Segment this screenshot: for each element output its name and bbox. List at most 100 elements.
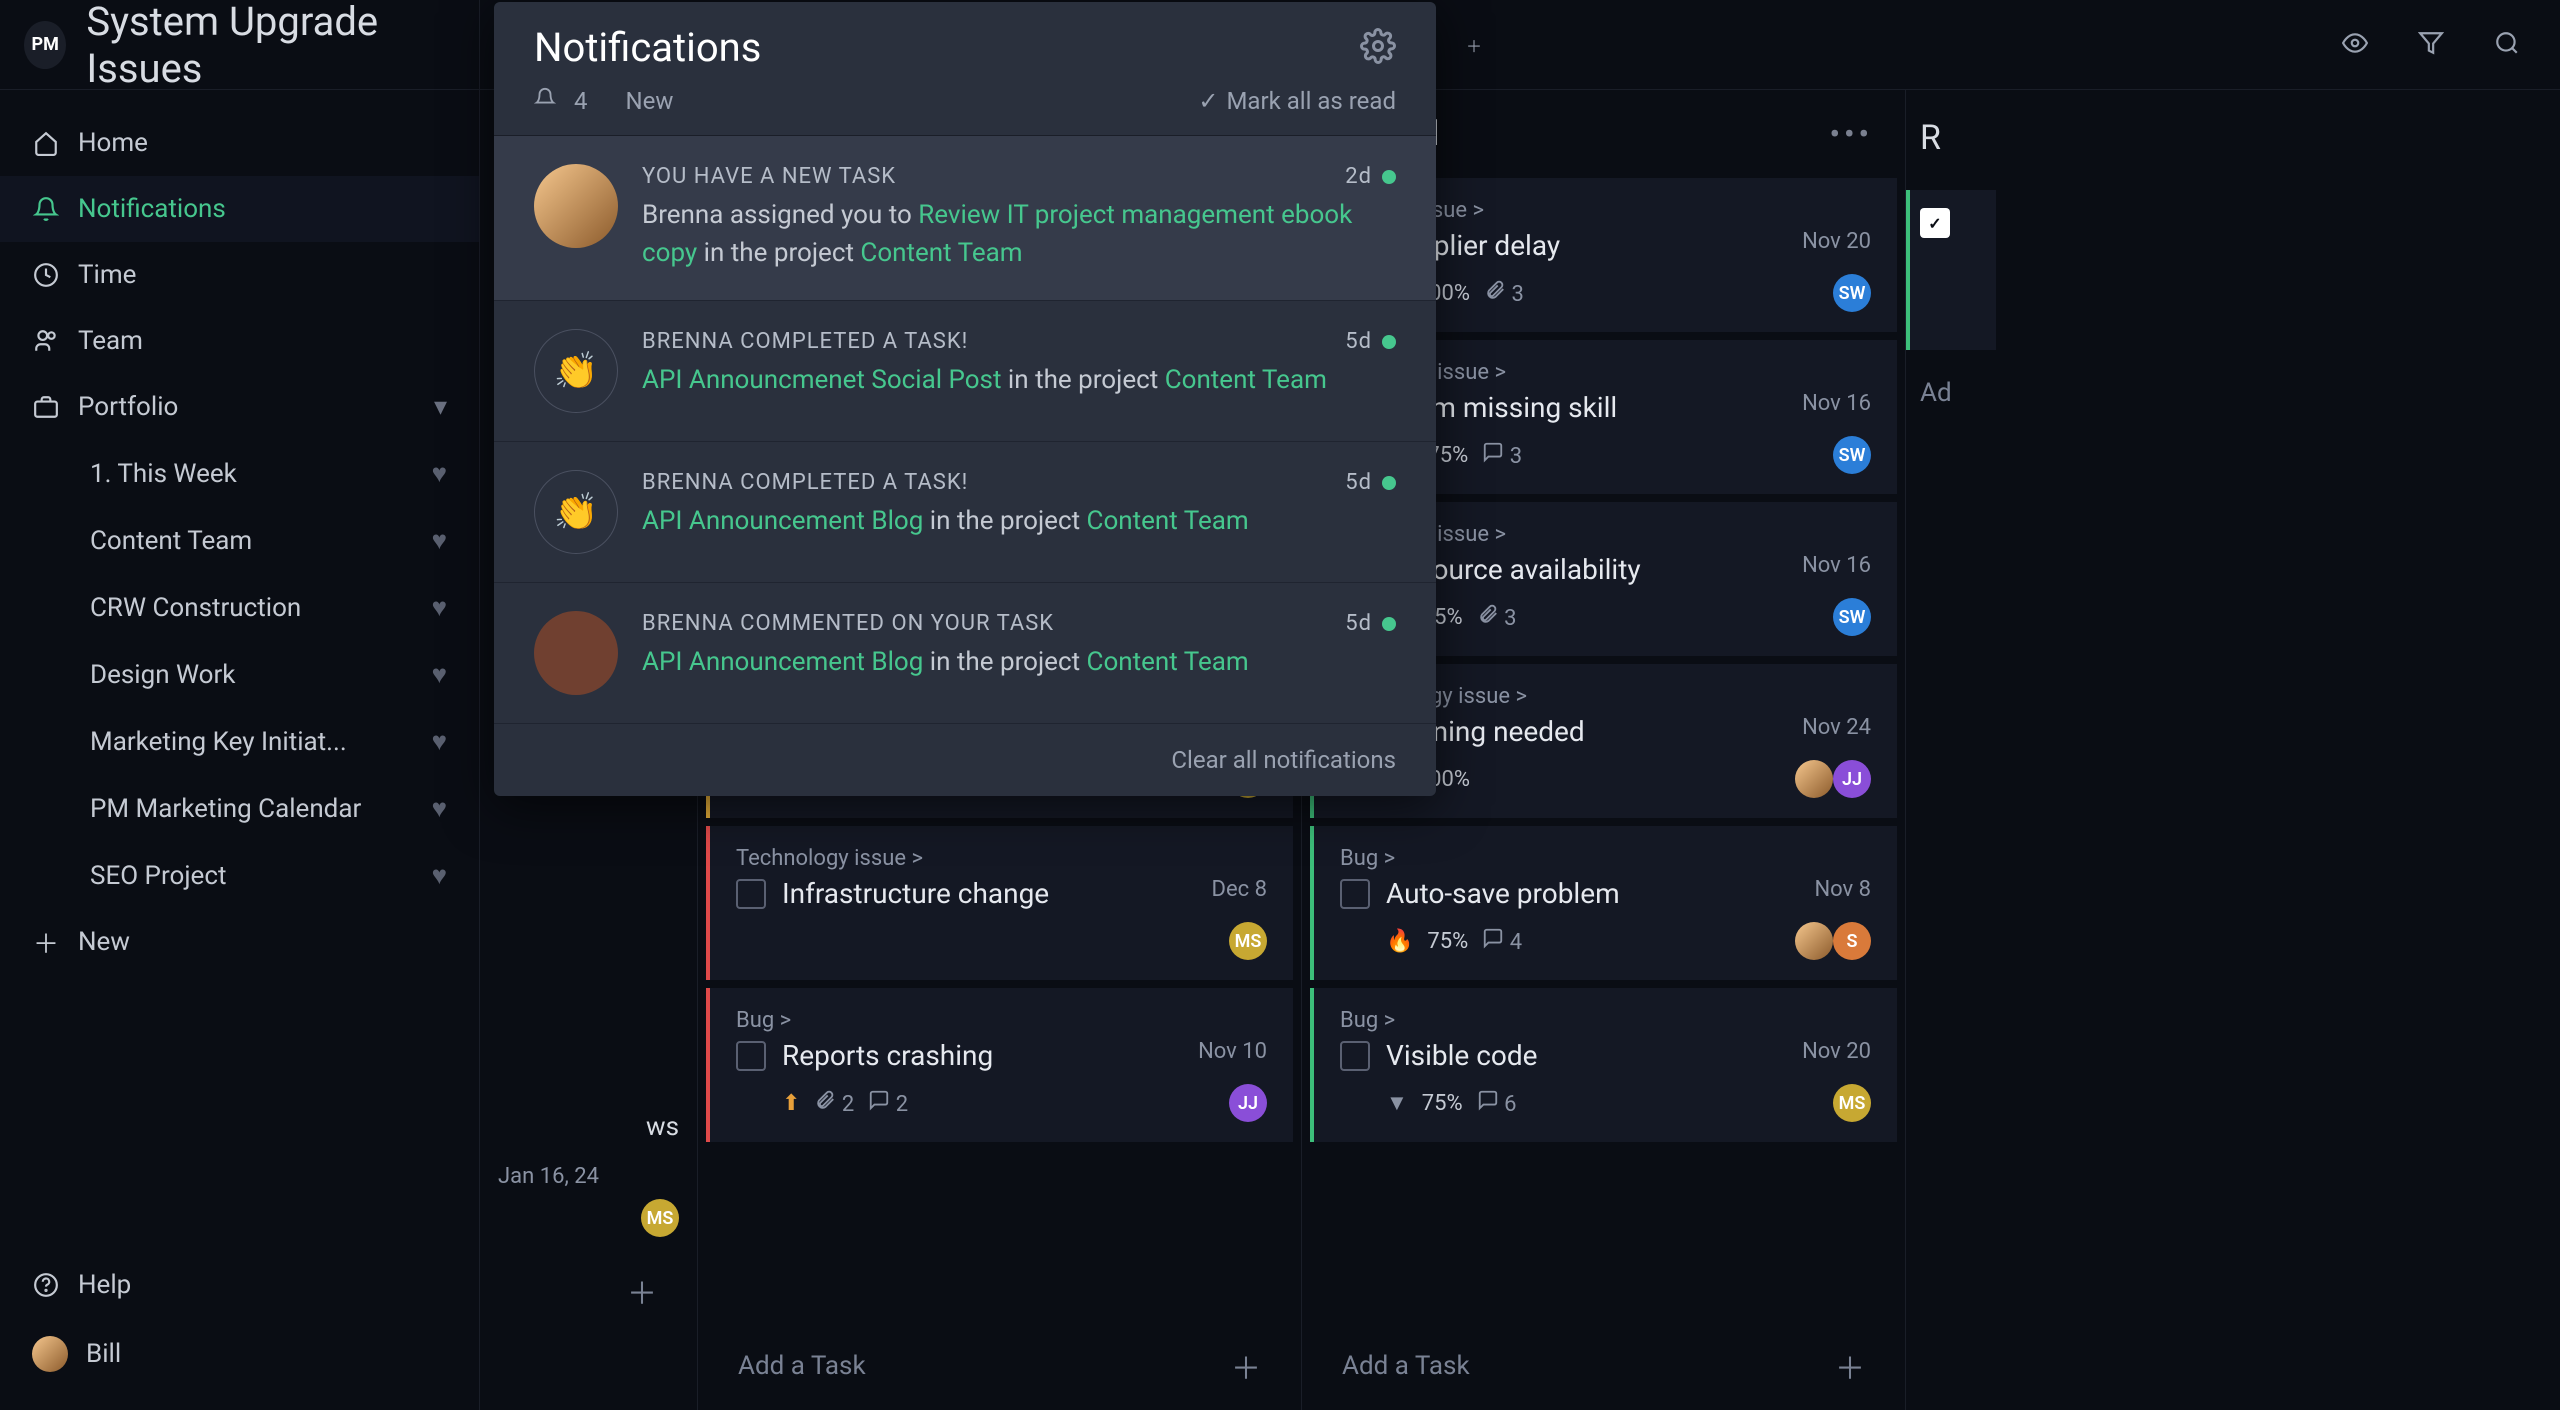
avatar-stack: JJ (1795, 760, 1871, 798)
checkbox-icon[interactable] (1340, 1041, 1370, 1071)
new-button[interactable]: ＋ New (0, 909, 479, 975)
users-icon (32, 327, 60, 355)
heart-icon[interactable]: ♥ (432, 726, 447, 757)
notification-text: API Announcement Blog in the project Con… (642, 644, 1396, 682)
plus-icon: ＋ (1835, 1344, 1865, 1388)
nav-team[interactable]: Team (0, 308, 479, 374)
clear-all-button[interactable]: Clear all notifications (494, 724, 1436, 796)
card-tag[interactable]: Bug > (1340, 846, 1871, 871)
avatar: MS (1229, 922, 1267, 960)
notification-time: 5d (1345, 470, 1396, 495)
task-card[interactable]: Bug > Visible codeNov 20 ▼75% 6MS (1310, 988, 1897, 1142)
gear-icon[interactable] (1360, 28, 1396, 68)
nav-time[interactable]: Time (0, 242, 479, 308)
home-icon (32, 129, 60, 157)
more-icon[interactable]: ••• (1830, 117, 1873, 152)
notification-text: API Announcmenet Social Post in the proj… (642, 362, 1396, 400)
card-title: Reports crashing (782, 1039, 1182, 1072)
nav-label: Notifications (78, 194, 226, 224)
nav-label: Help (78, 1270, 131, 1300)
notification-text: API Announcement Blog in the project Con… (642, 503, 1396, 541)
task-card[interactable]: ✓ (1906, 190, 1996, 350)
project-item[interactable]: Content Team♥ (30, 507, 479, 574)
project-link[interactable]: Content Team (1087, 506, 1249, 536)
nav-notifications[interactable]: Notifications (0, 176, 479, 242)
nav-portfolio[interactable]: Portfolio ▾ (0, 374, 479, 440)
add-task-button[interactable]: Add a Task ＋ (1302, 1322, 1905, 1410)
card-title: Team missing skill (1386, 391, 1786, 424)
comment-icon: 4 (1482, 927, 1522, 955)
project-link[interactable]: Content Team (1087, 647, 1249, 677)
mark-all-read-button[interactable]: ✓ Mark all as read (1198, 87, 1396, 115)
card-tag[interactable]: Bug > (1340, 1008, 1871, 1033)
task-card[interactable]: Bug > Reports crashingNov 10 ⬆ 2 2JJ (706, 988, 1293, 1142)
task-link[interactable]: API Announcmenet Social Post (642, 365, 1001, 395)
notification-item[interactable]: YOU HAVE A NEW TASK 2d Brenna assigned y… (494, 136, 1436, 301)
logo[interactable]: PM (24, 21, 66, 69)
add-task-button[interactable]: Add a Task ＋ (698, 1322, 1301, 1410)
heart-icon[interactable]: ♥ (432, 793, 447, 824)
avatar: SW (1833, 274, 1871, 312)
checkbox-icon[interactable] (736, 879, 766, 909)
eye-icon[interactable] (2342, 30, 2368, 60)
notification-item[interactable]: 👏 BRENNA COMPLETED A TASK! 5d API Announ… (494, 301, 1436, 442)
checkbox-icon[interactable]: ✓ (1920, 208, 1950, 238)
project-link[interactable]: Content Team (1165, 365, 1327, 395)
nav-home[interactable]: Home (0, 110, 479, 176)
avatar (534, 611, 618, 695)
heart-icon[interactable]: ♥ (432, 860, 447, 891)
card-tag[interactable]: Technology issue > (736, 846, 1267, 871)
avatar-stack: SW (1833, 274, 1871, 312)
avatar-stack: SW (1833, 436, 1871, 474)
add-task-partial[interactable]: Ad (1906, 358, 1996, 428)
checkbox-icon[interactable] (736, 1041, 766, 1071)
percentage: 75% (1422, 1091, 1463, 1116)
arrow-up-icon: ⬆ (782, 1091, 800, 1116)
project-item[interactable]: PM Marketing Calendar♥ (30, 775, 479, 842)
avatar-stack: SW (1833, 598, 1871, 636)
sidebar: PM System Upgrade Issues Home Notificati… (0, 0, 480, 1410)
project-item[interactable]: CRW Construction♥ (30, 574, 479, 641)
unread-dot-icon (1382, 335, 1396, 349)
notification-header: BRENNA COMPLETED A TASK! (642, 329, 968, 354)
avatar: SW (1833, 598, 1871, 636)
project-link[interactable]: Content Team (860, 238, 1022, 268)
notification-item[interactable]: 👏 BRENNA COMPLETED A TASK! 5d API Announ… (494, 442, 1436, 583)
tab-new[interactable]: New (626, 87, 674, 115)
notification-header: YOU HAVE A NEW TASK (642, 164, 896, 189)
nav-label: Portfolio (78, 392, 178, 422)
task-card[interactable]: Technology issue > Infrastructure change… (706, 826, 1293, 980)
avatar-stack: MS (1833, 1084, 1871, 1122)
task-link[interactable]: API Announcement Blog (642, 506, 923, 536)
unread-dot-icon (1382, 476, 1396, 490)
popover-header: Notifications (494, 2, 1436, 77)
nav-user[interactable]: Bill (0, 1318, 479, 1390)
notification-item[interactable]: BRENNA COMMENTED ON YOUR TASK 5d API Ann… (494, 583, 1436, 724)
card-date: Nov 16 (1802, 391, 1871, 416)
nav-help[interactable]: Help (0, 1252, 479, 1318)
heart-icon[interactable]: ♥ (432, 659, 447, 690)
project-item[interactable]: Design Work♥ (30, 641, 479, 708)
project-item[interactable]: Marketing Key Initiat...♥ (30, 708, 479, 775)
unread-dot-icon (1382, 617, 1396, 631)
heart-icon[interactable]: ♥ (432, 525, 447, 556)
project-item[interactable]: 1. This Week♥ (30, 440, 479, 507)
clock-icon (32, 261, 60, 289)
project-item[interactable]: SEO Project♥ (30, 842, 479, 909)
checkbox-icon[interactable] (1340, 879, 1370, 909)
heart-icon[interactable]: ♥ (432, 458, 447, 489)
task-card[interactable]: Bug > Auto-save problemNov 8 🔥75% 4S (1310, 826, 1897, 980)
task-link[interactable]: API Announcement Blog (642, 647, 923, 677)
plus-icon[interactable]: ＋ (1466, 33, 1482, 57)
user-name: Bill (86, 1339, 121, 1369)
bell-icon (534, 87, 556, 115)
search-icon[interactable] (2494, 30, 2520, 60)
heart-icon[interactable]: ♥ (432, 592, 447, 623)
avatar: JJ (1229, 1084, 1267, 1122)
card-tag[interactable]: Bug > (736, 1008, 1267, 1033)
nav-label: Home (78, 128, 148, 158)
nav-label: Time (78, 260, 136, 290)
bell-icon (32, 195, 60, 223)
filter-icon[interactable] (2418, 30, 2444, 60)
add-task-button[interactable]: ＋ (480, 1247, 697, 1335)
